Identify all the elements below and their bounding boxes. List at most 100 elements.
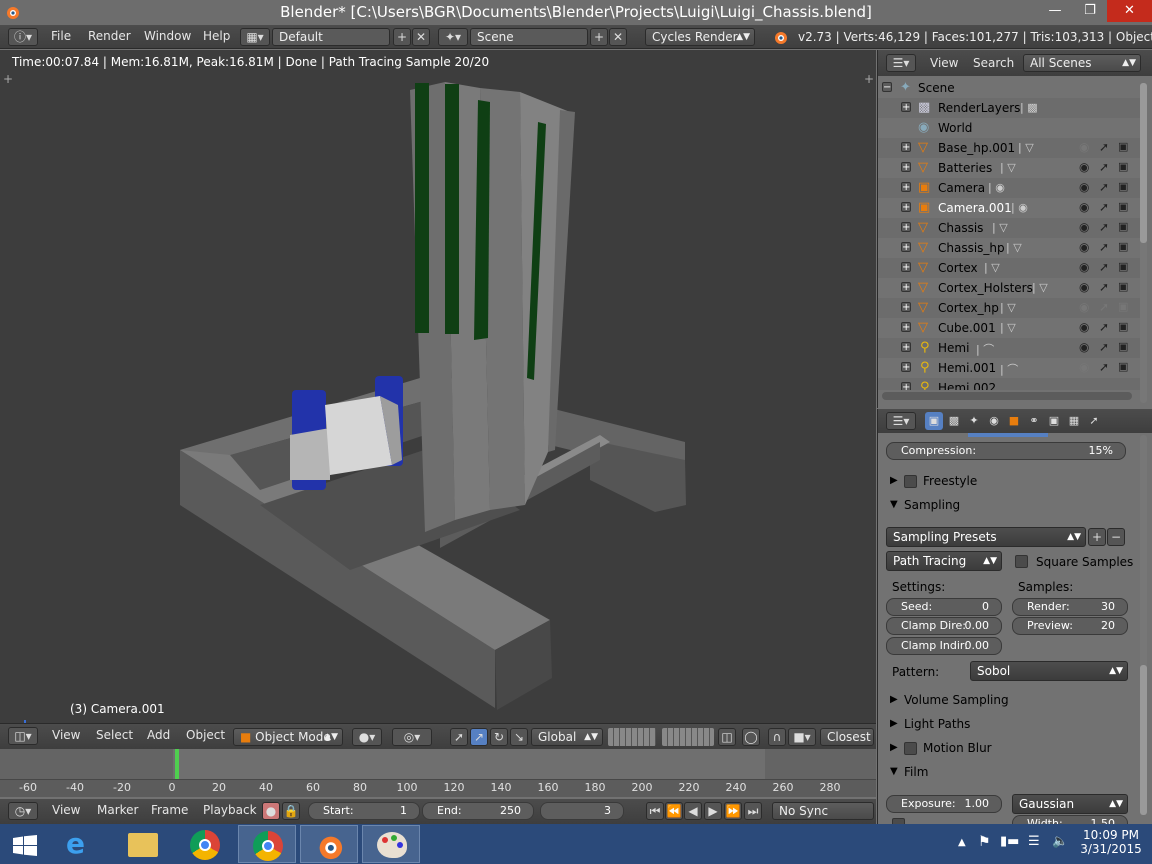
close-icon[interactable]: ✕ [1107,0,1152,22]
seed-field[interactable]: Seed: 0 [886,598,1002,616]
menu-add[interactable]: Add [147,728,170,742]
start-button[interactable] [0,825,50,863]
outliner-row-cube-001[interactable]: + ▽ Cube.001 | ▽ ◉ ➚ ▣ [878,318,1140,338]
select-arrow-icon[interactable]: ➚ [1099,300,1109,314]
taskbar-internet-explorer[interactable]: e [52,825,110,863]
3d-viewport[interactable]: Time:00:07.84 | Mem:16.81M, Peak:16.81M … [0,50,876,723]
outliner-row-hemi[interactable]: + ⚲ Hemi | ⌒ ◉ ➚ ▣ [878,338,1140,358]
sampling-presets-dropdown[interactable]: Sampling Presets ▲▼ [886,527,1086,547]
visibility-eye-icon[interactable]: ◉ [1079,280,1089,294]
clock-icon[interactable]: ◷▾ [8,802,38,820]
visibility-eye-icon[interactable]: ◉ [1079,220,1089,234]
select-arrow-icon[interactable]: ➚ [1099,220,1109,234]
minimize-icon[interactable]: — [1038,0,1072,22]
layer-buttons-2[interactable] [662,728,714,746]
motion-blur-panel-header[interactable]: ▶ Motion Blur [886,738,1130,760]
menu-select[interactable]: Select [96,728,133,742]
visibility-eye-icon[interactable]: ◉ [1079,260,1089,274]
visibility-eye-icon[interactable]: ◉ [1079,200,1089,214]
outliner-row-batteries[interactable]: + ▽ Batteries | ▽ ◉ ➚ ▣ [878,158,1140,178]
motion-blur-checkbox[interactable] [904,742,917,755]
expand-icon[interactable]: + [901,182,911,193]
rotate-icon[interactable]: ↻ [490,728,508,746]
shading-icon[interactable]: ●▾ [352,728,382,746]
current-frame-cursor[interactable] [175,749,179,779]
taskbar-paint[interactable] [362,825,420,863]
tray-chevron-icon[interactable]: ▲ [958,837,966,848]
menu-render[interactable]: Render [88,29,131,43]
compression-slider[interactable]: Compression: 15% [886,442,1126,460]
select-arrow-icon[interactable]: ➚ [1099,140,1109,154]
visibility-eye-icon[interactable]: ◉ [1079,140,1089,154]
render-camera-icon[interactable]: ▣ [1118,280,1128,293]
play-icon[interactable]: ▶ [704,802,722,820]
menu-help[interactable]: Help [203,29,230,43]
render-camera-icon[interactable]: ▣ [1118,340,1128,353]
scrollbar-thumb[interactable] [1140,83,1147,243]
clamp-direct-field[interactable]: Clamp Dire: 0.00 [886,617,1002,635]
render-preview-icon[interactable]: ◯ [742,728,760,746]
outliner-row-base-hp[interactable]: + ▽ Base_hp.001 | ▽ ◉ ➚ ▣ [878,138,1140,158]
remove-preset-icon[interactable]: − [1107,528,1125,546]
render-camera-icon[interactable]: ▣ [1118,160,1128,173]
pattern-dropdown[interactable]: Sobol ▲▼ [970,661,1128,681]
scale-icon[interactable]: ↘ [510,728,528,746]
end-frame-field[interactable]: End: 250 [422,802,534,820]
render-tab-icon[interactable]: ▣ [925,412,943,430]
constraints-tab-icon[interactable]: ⚭ [1025,412,1043,430]
orientation-dropdown[interactable]: Global ▲▼ [531,728,603,746]
select-arrow-icon[interactable]: ➚ [1099,180,1109,194]
expand-icon[interactable]: + [901,362,911,373]
taskbar-chrome[interactable] [176,825,234,863]
expand-icon[interactable]: + [901,262,911,273]
world-tab-icon[interactable]: ◉ [985,412,1003,430]
expand-icon[interactable]: + [901,202,911,213]
render-camera-icon[interactable]: ▣ [1118,320,1128,333]
next-keyframe-icon[interactable]: ⏩ [724,802,742,820]
film-panel-header[interactable]: ▼ Film [886,762,1130,784]
menu-playback[interactable]: Playback [203,803,257,817]
mode-dropdown[interactable]: ■ Object Mode ▲▼ [233,728,343,746]
timeline-track[interactable] [0,749,876,779]
menu-marker[interactable]: Marker [97,803,138,817]
scrollbar-thumb[interactable] [1140,665,1147,815]
outliner-scrollbar[interactable] [1140,83,1147,403]
properties-editor-icon[interactable]: ☰▾ [886,412,916,430]
preview-samples-field[interactable]: Preview: 20 [1012,617,1128,635]
visibility-eye-icon[interactable]: ◉ [1079,240,1089,254]
expand-icon[interactable]: + [901,142,911,153]
physics-tab-icon[interactable]: ➚ [1085,412,1103,430]
magnet-icon[interactable]: ∩ [768,728,786,746]
manipulator-icon[interactable]: ➚ [450,728,468,746]
freestyle-checkbox[interactable] [904,475,917,488]
render-layers-tab-icon[interactable]: ▩ [945,412,963,430]
square-samples-checkbox[interactable] [1015,555,1028,568]
pivot-icon[interactable]: ◎▾ [392,728,432,746]
select-arrow-icon[interactable]: ➚ [1099,360,1109,374]
select-arrow-icon[interactable]: ➚ [1099,340,1109,354]
exposure-field[interactable]: Exposure: 1.00 [886,795,1002,813]
outliner-row-camera[interactable]: + ▣ Camera | ◉ ◉ ➚ ▣ [878,178,1140,198]
expand-icon[interactable]: + [901,242,911,253]
snap-target-dropdown[interactable]: Closest [820,728,874,746]
jump-end-icon[interactable]: ⏭ [744,802,762,820]
outliner-row-hemi-002[interactable]: + ⚲ Hemi.002 [878,378,1140,390]
render-camera-icon[interactable]: ▣ [1118,180,1128,193]
expand-icon[interactable]: + [901,382,911,390]
jump-start-icon[interactable]: ⏮ [646,802,664,820]
expand-icon[interactable]: + [901,102,911,113]
outliner-row-world[interactable]: ◉ World [878,118,1140,138]
add-layout-icon[interactable]: + [393,28,411,46]
expand-icon[interactable]: + [901,282,911,293]
menu-search[interactable]: Search [973,56,1014,70]
expand-icon[interactable]: + [901,342,911,353]
timeline-ruler[interactable]: -60 -40 -20 0 20 40 60 80 100 120 140 16… [0,779,876,797]
scene-field[interactable]: Scene [470,28,588,46]
data-tab-icon[interactable]: ▣ [1045,412,1063,430]
visibility-eye-icon[interactable]: ◉ [1079,340,1089,354]
menu-view[interactable]: View [52,728,80,742]
layout-grid-icon[interactable]: ▦▾ [240,28,270,46]
filter-width-field[interactable]: Width: 1.50 [1012,815,1128,824]
select-arrow-icon[interactable]: ➚ [1099,160,1109,174]
menu-view[interactable]: View [930,56,958,70]
